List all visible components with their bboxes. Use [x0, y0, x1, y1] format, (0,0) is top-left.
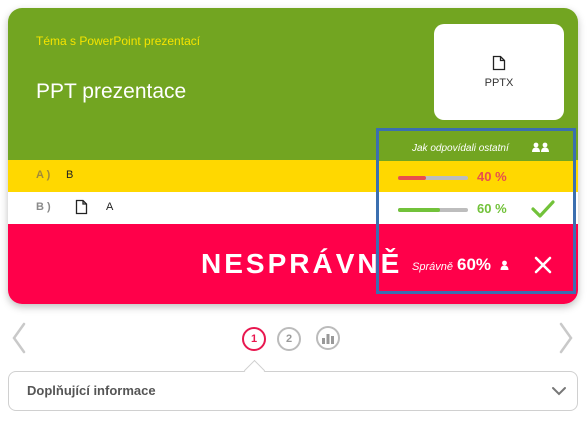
answer-b-bar [398, 208, 468, 212]
verdict-text: NESPRÁVNĚ [201, 248, 403, 279]
people-icon [532, 142, 549, 152]
stats-panel: Jak odpovídali ostatní 40 % 60 % Správně… [376, 128, 576, 294]
answer-text: B [66, 169, 74, 181]
answer-a-percent: 40 % [477, 169, 507, 184]
answer-a-bar-fill [398, 176, 426, 180]
topic-label: Téma s PowerPoint prezentací [36, 34, 201, 48]
file-type-label: PPTX [484, 77, 514, 89]
page-button-1[interactable]: 1 [242, 327, 266, 351]
correct-value: 60% [457, 255, 492, 274]
answer-b-bar-fill [398, 208, 440, 212]
person-icon [500, 260, 509, 270]
additional-info-label: Doplňující informace [27, 383, 156, 398]
question-title: PPT prezentace [36, 80, 187, 103]
page-button-2[interactable]: 2 [277, 327, 301, 351]
answer-a-bar [398, 176, 468, 180]
stats-header: Jak odpovídali ostatní [379, 131, 573, 161]
file-icon [492, 55, 506, 71]
answer-b-percent: 60 % [477, 201, 507, 216]
answer-text: A [106, 201, 114, 213]
chevron-right-icon[interactable] [557, 320, 575, 356]
chart-icon [322, 334, 334, 344]
results-button[interactable] [316, 326, 340, 350]
correct-label: Správně [412, 261, 453, 273]
additional-info-toggle[interactable]: Doplňující informace [8, 371, 578, 411]
answer-letter: A ) [36, 169, 51, 181]
close-icon[interactable] [534, 256, 552, 274]
file-attachment[interactable]: PPTX [434, 24, 564, 120]
chevron-down-icon [552, 387, 566, 396]
check-icon [531, 200, 555, 218]
file-icon [75, 199, 88, 215]
stats-heading: Jak odpovídali ostatní [412, 143, 509, 154]
chevron-left-icon[interactable] [10, 320, 28, 356]
answer-letter: B ) [36, 201, 51, 213]
